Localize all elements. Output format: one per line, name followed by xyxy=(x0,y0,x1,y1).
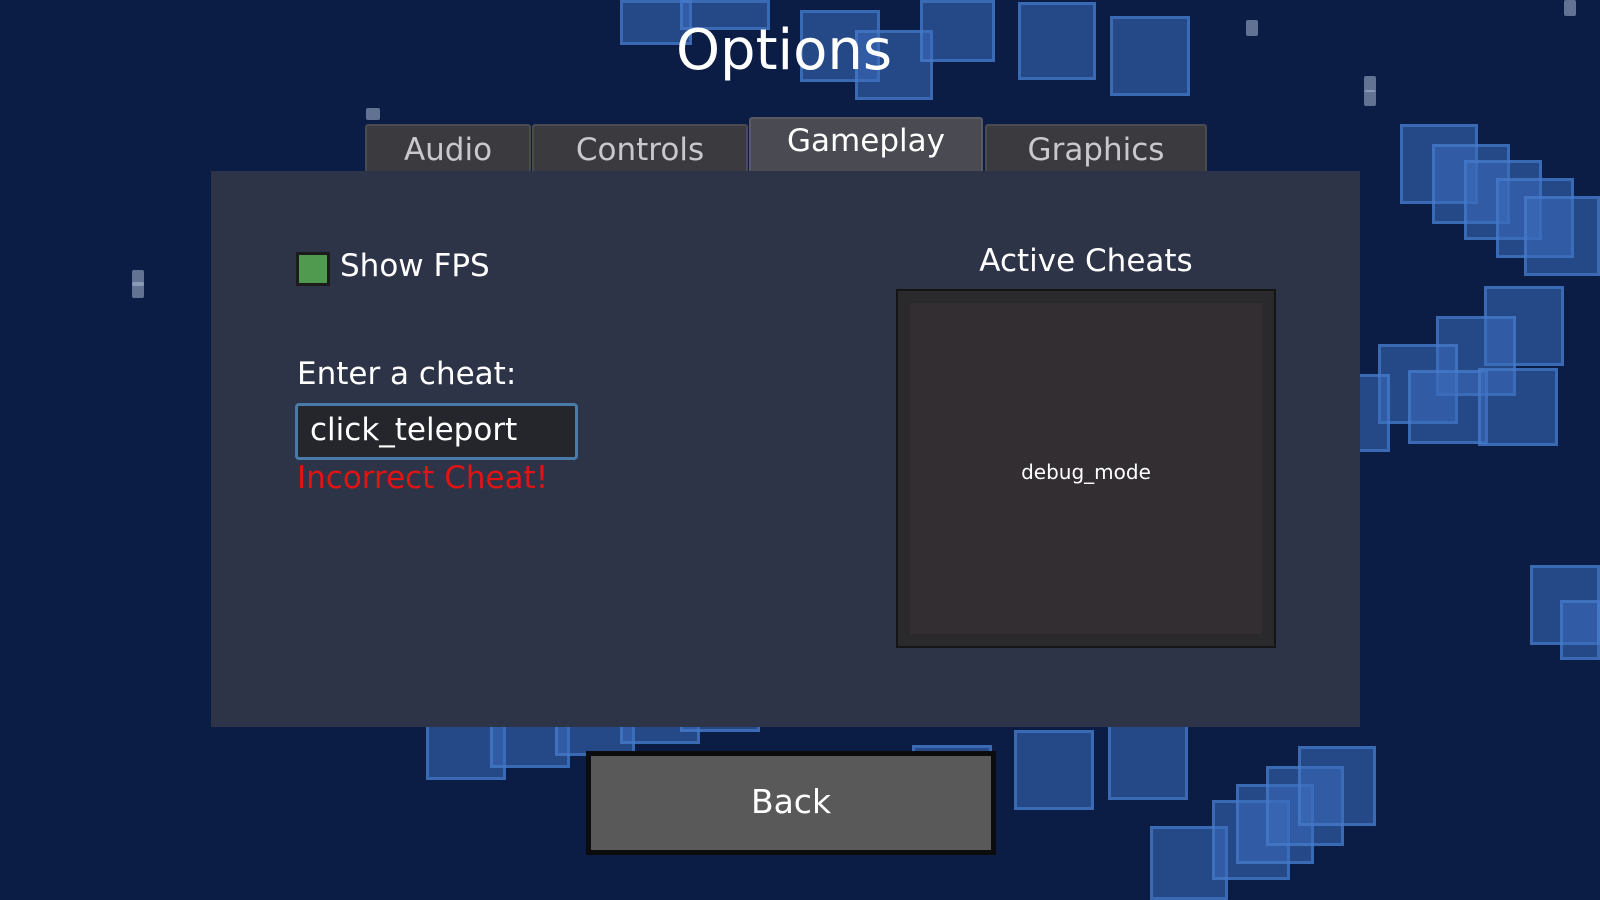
cheat-input-label: Enter a cheat: xyxy=(297,356,517,392)
cheat-error-message: Incorrect Cheat! xyxy=(297,460,549,496)
tab-gameplay[interactable]: Gameplay xyxy=(749,117,983,176)
page-title: Options xyxy=(675,18,893,83)
back-button[interactable]: Back xyxy=(586,751,996,855)
show-fps-checkbox[interactable] xyxy=(296,252,330,286)
options-screen: Options Audio Controls Gameplay Graphics… xyxy=(0,0,1600,900)
list-item: debug_mode xyxy=(1021,460,1151,484)
tab-audio[interactable]: Audio xyxy=(365,124,531,176)
active-cheats-title: Active Cheats xyxy=(979,243,1193,279)
show-fps-label[interactable]: Show FPS xyxy=(340,248,490,284)
tab-controls[interactable]: Controls xyxy=(532,124,748,176)
tab-graphics[interactable]: Graphics xyxy=(985,124,1207,176)
active-cheats-list-inner: debug_mode xyxy=(910,303,1262,634)
cheat-input[interactable] xyxy=(295,403,578,460)
active-cheats-list[interactable]: debug_mode xyxy=(896,289,1276,648)
